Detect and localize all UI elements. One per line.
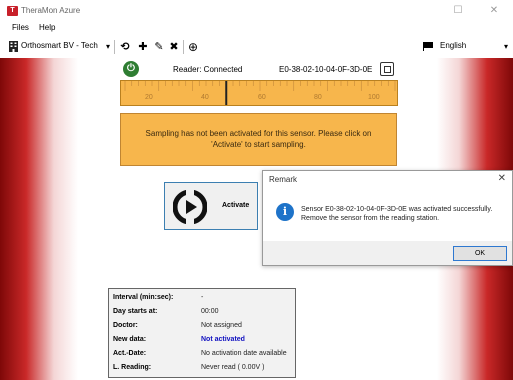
gauge-marker (225, 81, 228, 105)
language-selector[interactable]: English (440, 41, 466, 50)
refresh-icon[interactable]: ⟲ (118, 40, 132, 54)
sensor-id: E0-38-02-10-04-0F-3D-0E (279, 65, 373, 74)
window-title: TheraMon Azure (21, 6, 81, 15)
info-row: Act.-Date: No activation date available (113, 348, 293, 361)
alert-line-1: Sampling has not been activated for this… (145, 129, 372, 138)
info-key: Act.-Date: (113, 350, 147, 357)
toolbar-separator (183, 40, 184, 54)
language-dropdown-icon[interactable]: ▾ (502, 40, 510, 54)
gauge-label: 40 (201, 94, 209, 101)
info-value: Not assigned (201, 322, 242, 329)
window-close-button[interactable]: ✕ (484, 3, 504, 19)
info-value: 00:00 (201, 308, 219, 315)
ok-button[interactable]: OK (453, 246, 507, 261)
gauge-label: 80 (314, 94, 322, 101)
account-selector[interactable]: Orthosmart BV - Tech (21, 41, 98, 50)
info-key: Day starts at: (113, 308, 158, 315)
level-gauge: 20 40 60 80 100 (120, 80, 398, 106)
info-value: No activation date available (201, 350, 287, 357)
edit-icon[interactable]: ✎ (152, 40, 166, 54)
dialog-message-line-1: Sensor E0-38-02-10-04-0F-3D-0E was activ… (301, 206, 493, 213)
menu-help[interactable]: Help (39, 23, 55, 32)
power-icon: ⏻ (123, 61, 139, 77)
toolbar: Orthosmart BV - Tech ▾ ⟲ ✚ ✎ ✖ ⊕ English… (0, 36, 513, 58)
activate-button[interactable]: Activate (164, 182, 258, 230)
reader-status-row: ⏻ Reader: Connected E0-38-02-10-04-0F-3D… (118, 60, 400, 78)
sampling-alert: Sampling has not been activated for this… (120, 113, 397, 166)
maximize-button[interactable]: ☐ (448, 3, 468, 19)
add-icon[interactable]: ✚ (136, 40, 150, 54)
gauge-label: 20 (145, 94, 153, 101)
info-value: - (201, 294, 204, 301)
new-data-status: Not activated (201, 336, 245, 343)
menu-bar: Files Help (0, 22, 513, 36)
info-key: Doctor: (113, 322, 138, 329)
building-icon (9, 41, 18, 52)
dialog-message-line-2: Remove the sensor from the reading stati… (301, 215, 440, 222)
info-row: L. Reading: Never read ( 0.00V ) (113, 362, 293, 375)
gauge-label: 60 (258, 94, 266, 101)
play-icon (173, 190, 207, 224)
dialog-title: Remark (269, 175, 298, 184)
gauge-label: 100 (368, 94, 380, 101)
alert-line-2: 'Activate' to start sampling. (211, 140, 306, 149)
dialog-message: Sensor E0-38-02-10-04-0F-3D-0E was activ… (301, 205, 492, 223)
info-key: L. Reading: (113, 364, 152, 371)
flag-icon (423, 42, 434, 51)
toolbar-separator (114, 40, 115, 54)
app-logo-icon: T (7, 6, 18, 16)
info-row: Day starts at: 00:00 (113, 306, 293, 319)
dialog-body: i Sensor E0-38-02-10-04-0F-3D-0E was act… (263, 189, 512, 241)
activate-label: Activate (222, 202, 250, 209)
info-key: New data: (113, 336, 147, 343)
account-dropdown-icon[interactable]: ▾ (104, 40, 112, 54)
dialog-close-button[interactable]: ✕ (498, 173, 506, 184)
globe-icon[interactable]: ⊕ (186, 40, 200, 54)
info-row: Interval (min:sec): - (113, 292, 293, 305)
info-row: New data: Not activated (113, 334, 293, 347)
remark-dialog: Remark ✕ i Sensor E0-38-02-10-04-0F-3D-0… (262, 170, 513, 266)
sensor-chip-icon[interactable] (380, 62, 394, 76)
menu-files[interactable]: Files (12, 23, 29, 32)
info-row: Doctor: Not assigned (113, 320, 293, 333)
dialog-footer: OK (263, 241, 512, 265)
delete-icon[interactable]: ✖ (167, 40, 181, 54)
sensor-info-table: Interval (min:sec): - Day starts at: 00:… (108, 288, 296, 378)
info-key: Interval (min:sec): (113, 294, 174, 301)
info-icon: i (276, 203, 294, 221)
reader-status: Reader: Connected (173, 65, 243, 74)
title-bar: T TheraMon Azure ☐ ✕ (0, 0, 513, 22)
info-value: Never read ( 0.00V ) (201, 364, 265, 371)
